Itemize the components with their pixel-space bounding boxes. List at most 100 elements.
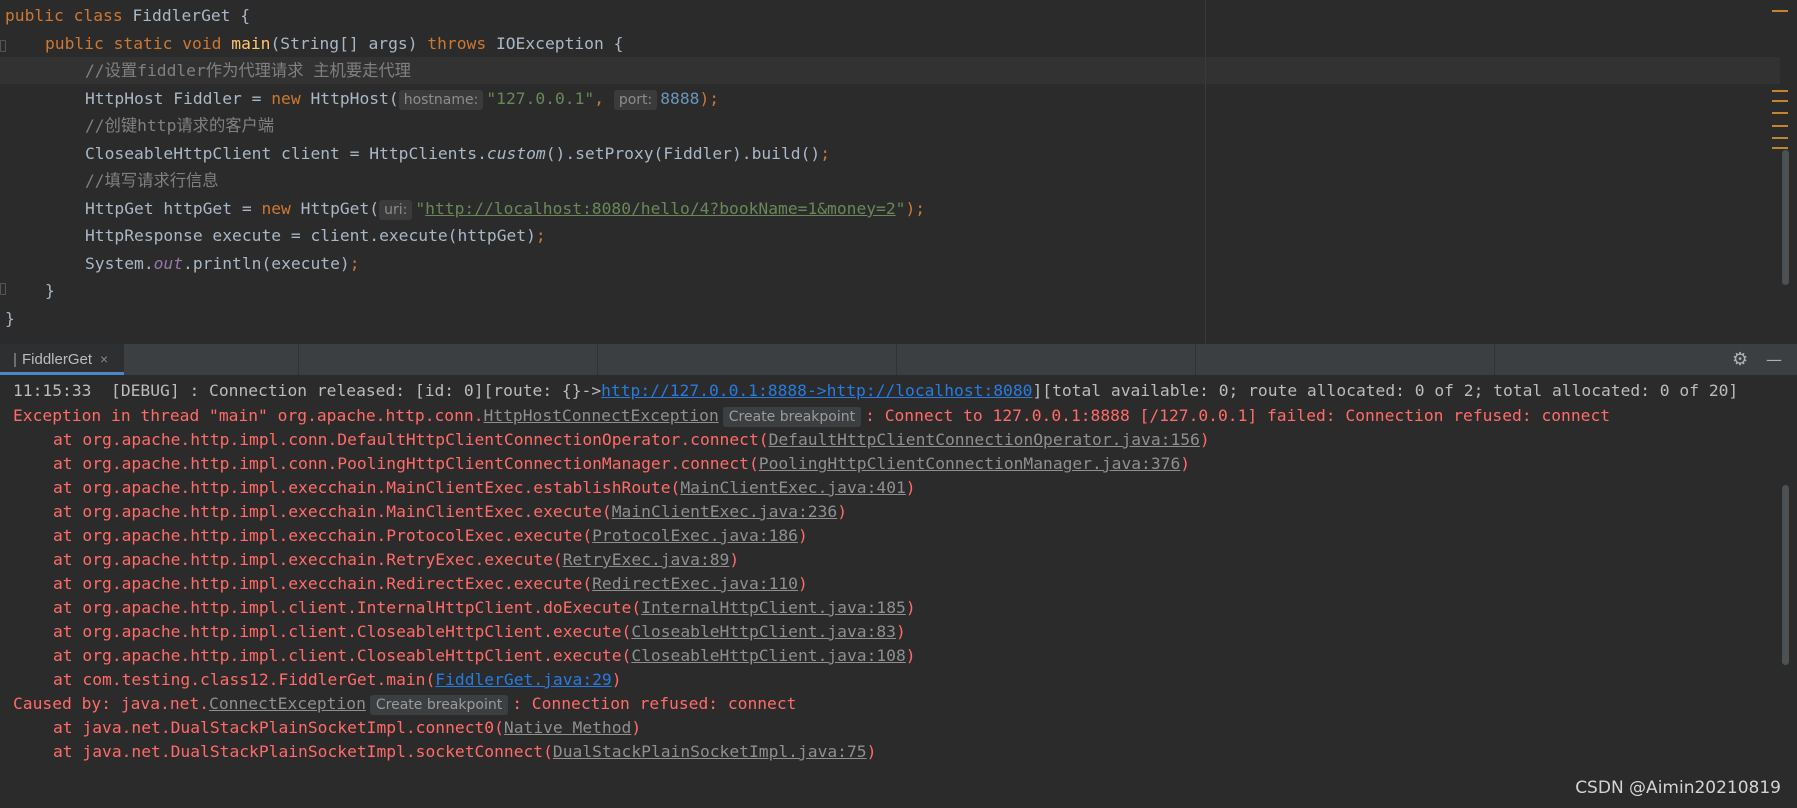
- stack-frame-end: ): [611, 670, 622, 689]
- error-stripe-marker[interactable]: [1772, 10, 1788, 12]
- code-line-8[interactable]: HttpGet httpGet = new HttpGet(uri: "http:…: [85, 195, 925, 222]
- error-stripe-marker[interactable]: [1772, 100, 1788, 102]
- source-location-link[interactable]: DualStackPlainSocketImpl.java:75: [553, 742, 867, 761]
- run-toolwindow-header: FiddlerGet × ⚙ —: [0, 343, 1797, 376]
- tab-divider: [1196, 344, 1495, 375]
- stack-frame-method: at org.apache.http.impl.client.InternalH…: [53, 598, 642, 617]
- stack-frame-end: ): [797, 574, 808, 593]
- stack-frame: at org.apache.http.impl.client.Closeable…: [53, 618, 906, 645]
- stack-frame-end: ): [866, 742, 877, 761]
- code-line-1[interactable]: public class FiddlerGet {: [5, 2, 250, 29]
- source-location-link[interactable]: ProtocolExec.java:186: [592, 526, 798, 545]
- stack-frame: at java.net.DualStackPlainSocketImpl.con…: [53, 714, 641, 741]
- stack-frame-end: ): [1180, 454, 1191, 473]
- stack-frame-method: at com.testing.class12.FiddlerGet.main(: [53, 670, 436, 689]
- source-location-link[interactable]: DefaultHttpClientConnectionOperator.java…: [769, 430, 1200, 449]
- tab-divider: [598, 344, 897, 375]
- code-line-10[interactable]: System.out.println(execute);: [85, 250, 360, 277]
- proxy-link-arrow[interactable]: ->: [807, 381, 827, 400]
- stack-frame-end: ): [1199, 430, 1210, 449]
- stack-frame-method: at org.apache.http.impl.execchain.Redire…: [53, 574, 593, 593]
- stack-frame: at org.apache.http.impl.execchain.RetryE…: [53, 546, 739, 573]
- proxy-link[interactable]: http://127.0.0.1:8888: [601, 381, 807, 400]
- code-line-3[interactable]: //设置fiddler作为代理请求 主机要走代理: [85, 57, 411, 84]
- code-editor[interactable]: public class FiddlerGet { public static …: [0, 0, 1797, 343]
- caused-by-line: Caused by: java.net.ConnectException Crea…: [13, 694, 797, 715]
- source-location-link[interactable]: MainClientExec.java:236: [612, 502, 837, 521]
- exception-class-link[interactable]: ConnectException: [209, 694, 366, 713]
- create-breakpoint-button[interactable]: Create breakpoint: [369, 695, 509, 715]
- error-stripe-marker[interactable]: [1772, 112, 1788, 114]
- stack-frame-method: at java.net.DualStackPlainSocketImpl.con…: [53, 718, 504, 737]
- fold-marker[interactable]: [0, 283, 6, 295]
- source-location-link[interactable]: RedirectExec.java:110: [592, 574, 798, 593]
- code-line-9[interactable]: HttpResponse execute = client.execute(ht…: [85, 222, 546, 249]
- minimize-icon[interactable]: —: [1766, 344, 1782, 375]
- code-line-4[interactable]: HttpHost Fiddler = new HttpHost(hostname…: [85, 85, 719, 112]
- stack-frame-end: ): [631, 718, 642, 737]
- gear-icon[interactable]: ⚙: [1732, 344, 1748, 375]
- fold-marker[interactable]: [0, 40, 6, 52]
- stack-frame-end: ): [905, 478, 916, 497]
- source-location-link[interactable]: PoolingHttpClientConnectionManager.java:…: [759, 454, 1181, 473]
- source-location-link[interactable]: CloseableHttpClient.java:108: [631, 646, 905, 665]
- close-icon[interactable]: ×: [100, 351, 108, 367]
- source-location-link[interactable]: RetryExec.java:89: [563, 550, 730, 569]
- stack-frame-method: at org.apache.http.impl.execchain.MainCl…: [53, 478, 681, 497]
- console-scrollbar[interactable]: [1782, 485, 1789, 665]
- exception-line: Exception in thread "main" org.apache.ht…: [13, 406, 1611, 427]
- stack-frame-end: ): [905, 646, 916, 665]
- code-line-5[interactable]: //创键http请求的客户端: [85, 112, 274, 139]
- stack-frame-method: at org.apache.http.impl.execchain.Protoc…: [53, 526, 593, 545]
- stack-frame-end: ): [729, 550, 740, 569]
- stack-frame: at org.apache.http.impl.execchain.MainCl…: [53, 498, 847, 525]
- stack-frame-end: ): [905, 598, 916, 617]
- param-hint-hostname: hostname:: [398, 90, 484, 110]
- exception-class-link[interactable]: HttpHostConnectException: [484, 406, 719, 425]
- console-debug-line: 11:15:33 [DEBUG] : Connection released: …: [13, 381, 1739, 400]
- stack-frame-end: ): [837, 502, 847, 521]
- stack-frame-method: at org.apache.http.impl.execchain.RetryE…: [53, 550, 563, 569]
- tab-fiddlerget[interactable]: FiddlerGet ×: [0, 344, 125, 375]
- stack-frame: at org.apache.http.impl.conn.PoolingHttp…: [53, 450, 1190, 477]
- editor-scrollbar[interactable]: [1782, 150, 1789, 285]
- stack-frame: at com.testing.class12.FiddlerGet.main(F…: [53, 666, 622, 693]
- tab-label: FiddlerGet: [22, 351, 93, 368]
- error-stripe-marker[interactable]: [1772, 137, 1788, 139]
- code-line-7[interactable]: //填写请求行信息: [85, 167, 219, 194]
- error-stripe-marker[interactable]: [1772, 147, 1788, 149]
- stack-frame: at org.apache.http.impl.conn.DefaultHttp…: [53, 426, 1210, 453]
- stack-frame: at java.net.DualStackPlainSocketImpl.soc…: [53, 738, 876, 765]
- stack-frame: at org.apache.http.impl.client.InternalH…: [53, 594, 916, 621]
- stack-frame-method: at java.net.DualStackPlainSocketImpl.soc…: [53, 742, 553, 761]
- source-location-link[interactable]: FiddlerGet.java:29: [435, 670, 611, 689]
- code-line-2[interactable]: public static void main(String[] args) t…: [45, 30, 623, 57]
- code-line-12[interactable]: }: [5, 305, 15, 332]
- error-stripe-marker[interactable]: [1772, 125, 1788, 127]
- stack-frame: at org.apache.http.impl.client.Closeable…: [53, 642, 916, 669]
- run-console[interactable]: 11:15:33 [DEBUG] : Connection released: …: [0, 375, 1797, 808]
- code-line-6[interactable]: CloseableHttpClient client = HttpClients…: [85, 140, 830, 167]
- stack-frame: at org.apache.http.impl.execchain.Protoc…: [53, 522, 808, 549]
- target-link[interactable]: http://localhost:8080: [827, 381, 1033, 400]
- tab-divider: [897, 344, 1196, 375]
- stack-frame-method: at org.apache.http.impl.client.Closeable…: [53, 646, 632, 665]
- source-location-link[interactable]: MainClientExec.java:401: [680, 478, 905, 497]
- code-line-11[interactable]: }: [45, 277, 55, 304]
- create-breakpoint-button[interactable]: Create breakpoint: [722, 407, 862, 427]
- error-stripe-marker[interactable]: [1772, 90, 1788, 92]
- tab-divider: [299, 344, 598, 375]
- watermark: CSDN @Aimin20210819: [1575, 778, 1781, 798]
- right-margin-guide: [1205, 0, 1206, 343]
- url-link[interactable]: http://localhost:8080/hello/4?bookName=1…: [425, 199, 896, 218]
- source-location-link[interactable]: CloseableHttpClient.java:83: [631, 622, 896, 641]
- source-location-link[interactable]: Native Method: [504, 718, 631, 737]
- source-location-link[interactable]: InternalHttpClient.java:185: [641, 598, 906, 617]
- tab-row: [0, 344, 1495, 375]
- stack-frame-method: at org.apache.http.impl.client.Closeable…: [53, 622, 632, 641]
- stack-frame: at org.apache.http.impl.execchain.Redire…: [53, 570, 808, 597]
- param-hint-port: port:: [613, 90, 658, 110]
- stack-frame-end: ): [896, 622, 906, 641]
- run-config-icon: [14, 353, 16, 368]
- stack-frame-end: ): [797, 526, 808, 545]
